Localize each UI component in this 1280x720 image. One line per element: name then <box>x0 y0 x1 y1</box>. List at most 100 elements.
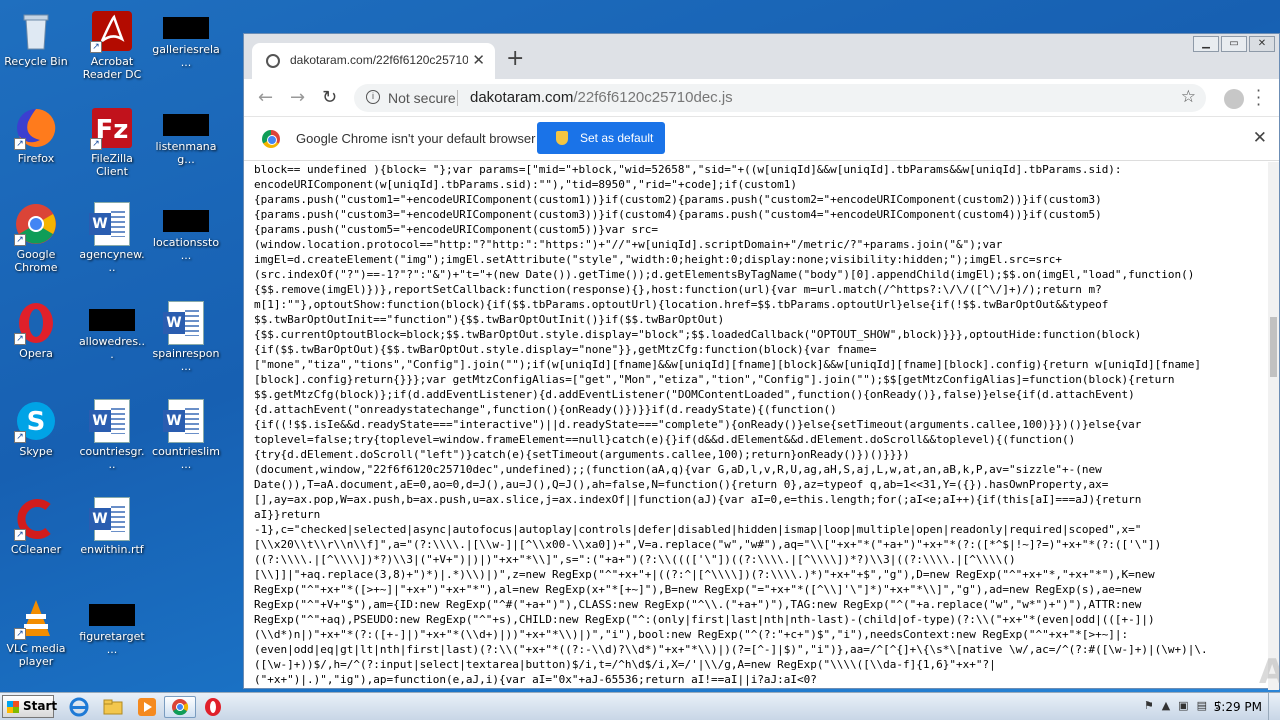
firefox-icon: ↗ <box>14 106 58 150</box>
clock[interactable]: 5:29 PM <box>1214 700 1262 714</box>
opera-shortcut[interactable]: ↗ Opera <box>0 297 72 377</box>
code-line: {try{d.dElement.doScroll("left")}catch(e… <box>254 448 910 461</box>
skype-shortcut[interactable]: S ↗ Skype <box>0 395 72 475</box>
filezilla-shortcut[interactable]: Fz ↗ FileZilla Client <box>76 102 148 182</box>
galleriesrela-file[interactable]: galleriesrela... <box>150 5 222 85</box>
minimize-button[interactable]: ▁ <box>1193 36 1219 52</box>
code-line: ["mone","tiza","tions","Config"].join(""… <box>254 358 1202 371</box>
url-host: dakotaram.com <box>470 89 574 106</box>
maximize-button[interactable]: ▭ <box>1221 36 1247 52</box>
chrome-logo-icon <box>262 130 280 148</box>
enwithin-file[interactable]: W enwithin.rtf <box>76 493 148 573</box>
listenmanag-file[interactable]: listenmanag... <box>150 102 222 182</box>
firefox-shortcut[interactable]: ↗ Firefox <box>0 102 72 182</box>
code-line: {$$.remove(imgEl)})},reportSetCallback:f… <box>254 283 1102 296</box>
scrollbar-thumb[interactable] <box>1270 317 1277 377</box>
acrobat-shortcut[interactable]: ↗ Acrobat Reader DC <box>76 5 148 85</box>
agencynew-file[interactable]: W agencynew... <box>76 198 148 278</box>
menu-kebab-icon[interactable]: · · · <box>1256 83 1261 113</box>
desktop-icon-label: Google Chrome <box>14 248 58 274</box>
show-hidden-icon[interactable]: ▲ <box>1162 699 1170 712</box>
word-document-icon: W <box>89 497 130 541</box>
code-line: RegExp("^"+aq),PSEUDO:new RegExp("^"+s),… <box>254 613 1155 626</box>
browser-tab[interactable]: dakotaram.com/22f6f6120c25710dec ✕ <box>252 43 495 79</box>
vertical-scrollbar[interactable] <box>1268 162 1279 690</box>
desktop-icon-label: listenmanag... <box>155 140 217 166</box>
code-line: -1},c="checked|selected|async|autofocus|… <box>254 523 1142 536</box>
internet-explorer-icon[interactable] <box>68 696 96 718</box>
code-line: [\\x20\\t\\r\\n\\f]",a="(?:\\\\.|[\\w-]|… <box>254 538 1162 551</box>
infobar-close-icon[interactable]: ✕ <box>1253 128 1267 148</box>
windows-flag-icon <box>7 701 19 713</box>
desktop-icon-label: CCleaner <box>10 543 62 556</box>
desktop-icon-label: Firefox <box>17 152 55 165</box>
set-as-default-button[interactable]: Set as default <box>537 122 665 154</box>
code-line: {if($$.twBarOptOut){$$.twBarOptOut.style… <box>254 343 877 356</box>
opera-icon: ↗ <box>14 301 58 345</box>
infobar-message: Google Chrome isn't your default browser <box>296 131 536 146</box>
taskbar: Start ⚑ ▲ ▣ ▤ ♪ 5:29 PM <box>0 692 1280 720</box>
code-line: {params.push("custom1="+encodeURICompone… <box>254 193 1102 206</box>
code-line: ((?:\\\\.|[^\\\\])*?)\\3|("+V+")|)|)"+x+… <box>254 553 1016 566</box>
vlc-shortcut[interactable]: ↗ VLC media player <box>0 592 72 672</box>
url-text[interactable]: dakotaram.com/22f6f6120c25710dec.js <box>470 89 733 106</box>
address-bar[interactable]: i Not secure dakotaram.com/22f6f6120c257… <box>354 84 1206 112</box>
code-line: block== undefined ){block= "};var params… <box>254 163 1122 176</box>
default-browser-infobar: Google Chrome isn't your default browser… <box>244 117 1279 161</box>
chrome-taskbar-button[interactable] <box>164 696 196 718</box>
code-line: {params.push("custom5="+encodeURICompone… <box>254 223 658 236</box>
code-line: Date()),T=aA.document,aE=0,ao=0,d=J(),au… <box>254 478 1109 491</box>
reload-icon[interactable]: ↻ <box>322 87 337 108</box>
new-tab-button[interactable]: + <box>506 46 524 71</box>
code-line: $$.getMtzCfg(block)};if(d.addEventListen… <box>254 388 1135 401</box>
forward-arrow-icon[interactable]: → <box>290 87 305 108</box>
countrieslim-file[interactable]: W countrieslim... <box>150 395 222 475</box>
window-controls: ▁ ▭ ✕ <box>1191 36 1275 52</box>
recycle-bin-shortcut[interactable]: Recycle Bin <box>0 5 72 85</box>
desktop-icon-label: locationssto... <box>152 236 220 262</box>
code-line: $$.twBarOptOutInit=="function"){$$.twBar… <box>254 313 725 326</box>
bookmark-star-icon[interactable]: ☆ <box>1181 87 1196 107</box>
set-as-default-label: Set as default <box>580 131 654 145</box>
filezilla-icon: Fz ↗ <box>90 106 134 150</box>
info-icon[interactable]: i <box>366 90 380 104</box>
file-icon <box>89 604 135 626</box>
file-icon <box>163 17 209 39</box>
code-line: (document,window,"22f6f6120c25710dec",un… <box>254 463 1102 476</box>
page-content: block== undefined ){block= "};var params… <box>244 162 1269 690</box>
security-status[interactable]: Not secure <box>388 90 456 106</box>
code-line: m[1]:""},optoutShow:function(block){if($… <box>254 298 1109 311</box>
code-line: imgEl=d.createElement("img");imgEl.setAt… <box>254 253 1062 266</box>
desktop-icon-label: Acrobat Reader DC <box>82 55 142 81</box>
figuretarget-file[interactable]: figuretarget... <box>76 592 148 672</box>
tab-close-icon[interactable]: ✕ <box>472 51 485 69</box>
file-explorer-icon[interactable] <box>102 696 130 718</box>
show-desktop-button[interactable] <box>1268 693 1280 720</box>
browser-toolbar: ← → ↻ i Not secure dakotaram.com/22f6f61… <box>244 79 1279 117</box>
action-center-icon[interactable]: ▣ <box>1178 699 1188 712</box>
file-icon <box>89 309 135 331</box>
desktop-icon-label: agencynew... <box>79 248 145 274</box>
opera-taskbar-icon[interactable] <box>202 696 230 718</box>
network-icon[interactable]: ▤ <box>1197 699 1207 712</box>
back-arrow-icon[interactable]: ← <box>258 87 273 108</box>
allowedres-file[interactable]: allowedres... <box>76 297 148 377</box>
media-player-icon[interactable] <box>136 696 164 718</box>
code-line: (src.indexOf("?")==-1?"?":"&")+"t="+(new… <box>254 268 1195 281</box>
countriesgr-file[interactable]: W countriesgr... <box>76 395 148 475</box>
globe-icon <box>266 54 280 68</box>
code-line: ("+x+")|.)","ig"),ap=function(e,aJ,i){va… <box>254 673 817 686</box>
flag-tray-icon[interactable]: ⚑ <box>1144 699 1154 712</box>
recycle-bin-icon <box>14 9 58 53</box>
code-line: encodeURIComponent(w[uniqId].tbParams.si… <box>254 178 798 191</box>
close-window-button[interactable]: ✕ <box>1249 36 1275 52</box>
watermark-text: ANY.RUN <box>1259 652 1280 692</box>
chrome-icon: ↗ <box>14 202 58 246</box>
locationssto-file[interactable]: locationssto... <box>150 198 222 278</box>
chrome-shortcut[interactable]: ↗ Google Chrome <box>0 198 72 278</box>
ccleaner-shortcut[interactable]: ↗ CCleaner <box>0 493 72 573</box>
start-button[interactable]: Start <box>2 695 57 718</box>
file-icon <box>163 114 209 136</box>
account-avatar-icon[interactable] <box>1224 89 1244 109</box>
spainrespon-file[interactable]: W spainrespon... <box>150 297 222 377</box>
